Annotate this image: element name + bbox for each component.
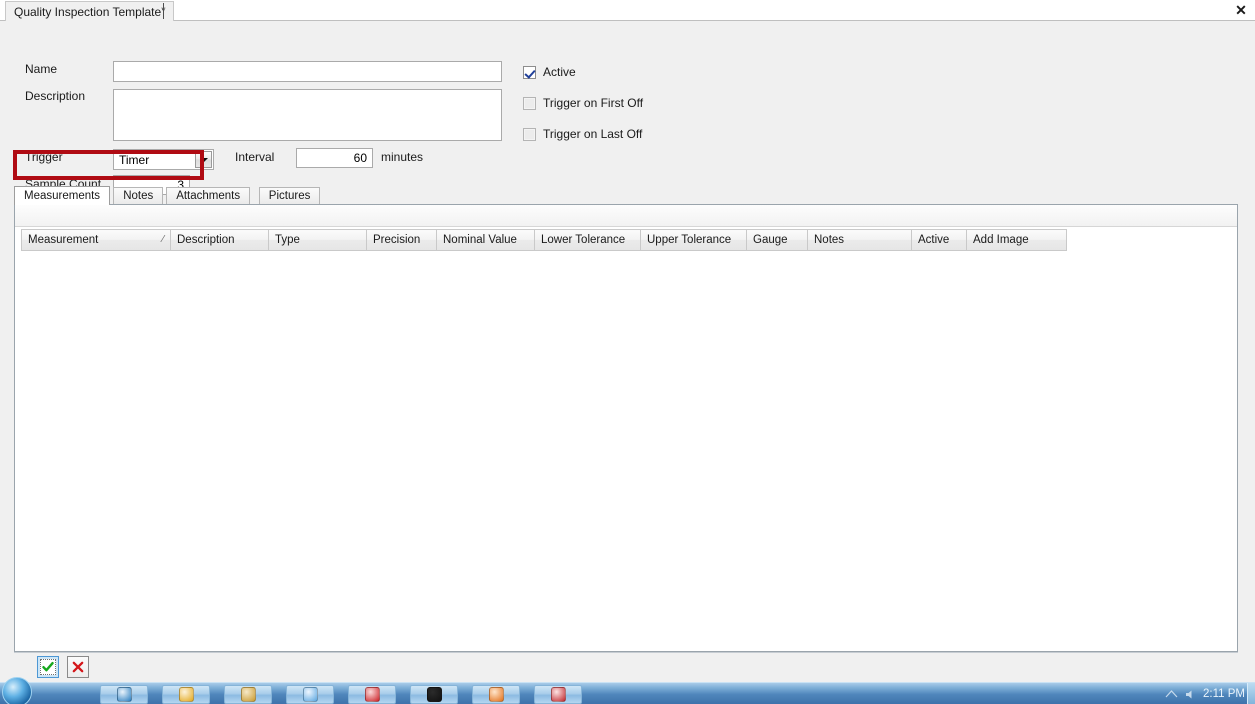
trigger-selected-value: Timer xyxy=(119,152,150,167)
checkbox-active-box[interactable] xyxy=(523,65,536,79)
taskbar-button-command-prompt[interactable] xyxy=(410,685,458,704)
checkbox-trigger-last-off-label: Trigger on Last Off xyxy=(543,127,643,141)
grid-header-label: Upper Tolerance xyxy=(647,234,732,246)
checkbox-active[interactable]: Active xyxy=(523,65,576,79)
checkbox-trigger-first-off[interactable]: Trigger on First Off xyxy=(523,96,643,110)
tab-label: Measurements xyxy=(24,190,101,202)
grid-header-label: Type xyxy=(275,234,300,246)
measurements-grid: Measurement ⁄ Description Type Precision Nomi… xyxy=(14,204,1238,652)
grid-toolbar xyxy=(15,205,1237,227)
taskbar-button-spreadsheet[interactable] xyxy=(534,685,582,704)
grid-header-label: Gauge xyxy=(753,234,788,246)
form-panel: Name Description Trigger Timer Interval … xyxy=(0,21,1255,195)
grid-header-precision[interactable]: Precision xyxy=(367,229,437,251)
application-window: Quality Inspection Template* ✕ Name Desc… xyxy=(0,0,1255,704)
grid-header-add-image[interactable]: Add Image xyxy=(967,229,1067,251)
chevron-down-icon[interactable] xyxy=(195,151,212,168)
name-input[interactable] xyxy=(113,61,502,82)
grid-header-notes[interactable]: Notes xyxy=(808,229,912,251)
grid-header-row: Measurement ⁄ Description Type Precision Nomi… xyxy=(21,229,1067,251)
outlook-icon xyxy=(178,687,194,702)
description-label: Description xyxy=(25,89,86,103)
tab-attachments[interactable]: Attachments xyxy=(166,187,251,204)
taskbar-button-file-manager[interactable] xyxy=(224,685,272,704)
document-tab-label: Quality Inspection Template xyxy=(14,5,162,19)
action-button-bar xyxy=(14,652,1238,682)
spreadsheet-icon xyxy=(550,687,566,702)
check-icon xyxy=(42,662,54,672)
checkbox-trigger-first-off-box[interactable] xyxy=(523,96,536,110)
windows-taskbar: 2:11 PM xyxy=(0,677,1255,704)
firefox-icon xyxy=(488,687,504,702)
taskbar-button-internet-explorer[interactable] xyxy=(100,685,148,704)
name-label: Name xyxy=(25,62,58,76)
interval-label: Interval xyxy=(235,150,275,164)
taskbar-button-paint-app[interactable] xyxy=(286,685,334,704)
text-cursor xyxy=(163,3,164,19)
checkbox-trigger-last-off[interactable]: Trigger on Last Off xyxy=(523,127,642,141)
description-input[interactable] xyxy=(113,89,502,141)
accept-button[interactable] xyxy=(37,656,59,678)
command-prompt-icon xyxy=(426,687,442,702)
grid-header-active[interactable]: Active xyxy=(912,229,967,251)
grid-header-label: Measurement xyxy=(28,234,99,246)
close-x-icon xyxy=(72,661,84,673)
trigger-label: Trigger xyxy=(25,150,63,164)
sort-indicator-icon: ⁄ xyxy=(162,234,164,245)
system-tray: 2:11 PM xyxy=(1165,683,1255,704)
grid-header-type[interactable]: Type xyxy=(269,229,367,251)
tab-notes[interactable]: Notes xyxy=(113,187,164,204)
title-bar: Quality Inspection Template* ✕ xyxy=(0,0,1255,21)
detail-tabs: Measurements Notes Attachments Pictures xyxy=(14,186,1238,205)
volume-icon[interactable] xyxy=(1184,688,1197,701)
tab-label: Attachments xyxy=(176,190,241,202)
grid-header-label: Description xyxy=(177,234,235,246)
interval-input[interactable] xyxy=(296,148,373,168)
file-manager-icon xyxy=(240,687,256,702)
grid-header-upper-tolerance[interactable]: Upper Tolerance xyxy=(641,229,747,251)
acrobat-icon xyxy=(364,687,380,702)
tab-label: Notes xyxy=(123,190,154,202)
grid-header-label: Add Image xyxy=(973,234,1029,246)
cancel-button[interactable] xyxy=(67,656,89,678)
taskbar-button-firefox[interactable] xyxy=(472,685,520,704)
grid-header-nominal-value[interactable]: Nominal Value xyxy=(437,229,535,251)
taskbar-button-acrobat[interactable] xyxy=(348,685,396,704)
grid-body[interactable] xyxy=(15,251,1237,651)
network-icon[interactable] xyxy=(1165,688,1178,701)
checkbox-trigger-last-off-box[interactable] xyxy=(523,127,536,141)
checkbox-active-label: Active xyxy=(543,65,576,79)
paint-app-icon xyxy=(302,687,318,702)
close-icon[interactable]: ✕ xyxy=(1230,1,1252,20)
grid-header-description[interactable]: Description xyxy=(171,229,269,251)
taskbar-button-outlook[interactable] xyxy=(162,685,210,704)
interval-units-label: minutes xyxy=(381,150,424,164)
grid-header-label: Notes xyxy=(814,234,845,246)
grid-header-measurement[interactable]: Measurement ⁄ xyxy=(21,229,171,251)
trigger-select[interactable]: Timer xyxy=(113,149,214,170)
start-button-icon[interactable] xyxy=(2,677,32,704)
grid-header-lower-tolerance[interactable]: Lower Tolerance xyxy=(535,229,641,251)
taskbar-clock[interactable]: 2:11 PM xyxy=(1203,688,1245,700)
grid-header-gauge[interactable]: Gauge xyxy=(747,229,808,251)
grid-header-label: Nominal Value xyxy=(443,234,517,246)
document-tab[interactable]: Quality Inspection Template* xyxy=(5,1,175,21)
tab-label: Pictures xyxy=(268,190,311,202)
checkbox-trigger-first-off-label: Trigger on First Off xyxy=(543,96,644,110)
tab-measurements[interactable]: Measurements xyxy=(14,186,111,205)
internet-explorer-icon xyxy=(116,687,132,702)
grid-header-label: Lower Tolerance xyxy=(541,234,626,246)
tab-pictures[interactable]: Pictures xyxy=(258,187,321,204)
show-desktop-button[interactable] xyxy=(1247,683,1255,704)
grid-header-label: Precision xyxy=(373,234,421,246)
grid-header-label: Active xyxy=(918,234,950,246)
